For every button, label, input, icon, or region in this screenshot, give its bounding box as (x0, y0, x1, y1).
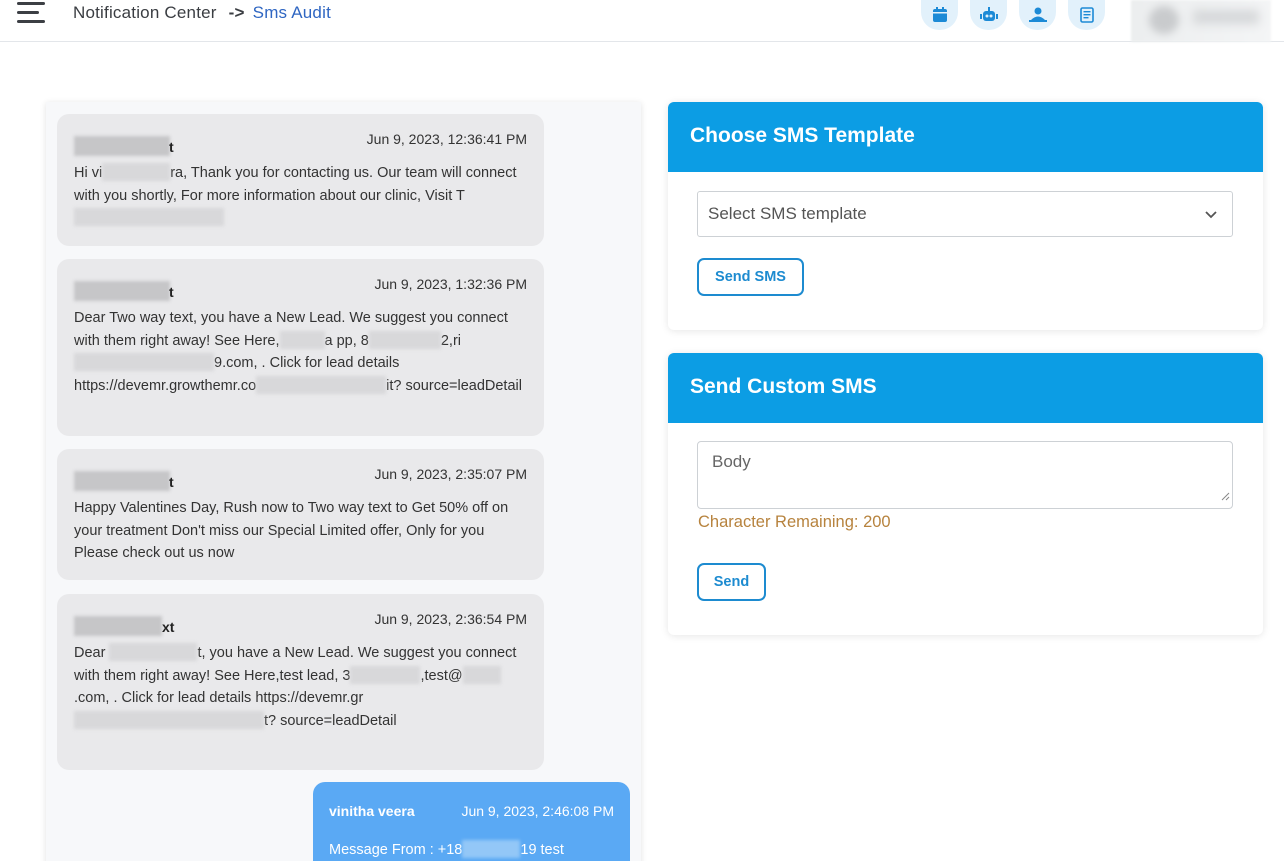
top-bar: Notification Center -> Sms Audit (0, 0, 1284, 42)
sms-template-select[interactable]: Select SMS template (697, 191, 1233, 237)
sms-conversation-panel: t Jun 9, 2023, 12:36:41 PM Hi vi ra, Than… (46, 102, 641, 861)
textarea-placeholder: Body (712, 452, 751, 471)
message-timestamp: Jun 9, 2023, 1:32:36 PM (374, 276, 527, 292)
card-title: Send Custom SMS (668, 353, 1263, 423)
chevron-down-icon (1204, 206, 1218, 226)
breadcrumb-current[interactable]: Sms Audit (253, 3, 331, 22)
support-agent-icon[interactable] (1019, 0, 1056, 30)
breadcrumb-separator: -> (228, 3, 245, 22)
message-bubble-outgoing: vinitha veera Jun 9, 2023, 2:46:08 PM Me… (313, 782, 630, 861)
message-timestamp: Jun 9, 2023, 2:35:07 PM (374, 466, 527, 482)
user-profile-avatar[interactable] (1131, 0, 1271, 42)
send-sms-button[interactable]: Send SMS (697, 258, 804, 296)
sender-name: vinitha veera (329, 803, 415, 819)
breadcrumb: Notification Center -> Sms Audit (73, 3, 331, 23)
header-icon-group (921, 0, 1105, 30)
document-icon[interactable] (1068, 0, 1105, 30)
character-remaining-text: Character Remaining: 200 (698, 513, 891, 531)
message-timestamp: Jun 9, 2023, 2:36:54 PM (374, 611, 527, 627)
message-body: Dear Two way text, you have a New Lead. … (74, 310, 522, 394)
message-bubble-incoming: t Jun 9, 2023, 2:35:07 PM Happy Valentin… (57, 449, 544, 580)
message-body: Dear t, you have a New Lead. We suggest … (74, 643, 517, 729)
send-custom-sms-card: Send Custom SMS Body Character Remaining… (668, 353, 1263, 635)
message-bubble-incoming: t Jun 9, 2023, 1:32:36 PM Dear Two way t… (57, 259, 544, 436)
message-bubble-incoming: xt Jun 9, 2023, 2:36:54 PM Dear t, you h… (57, 594, 544, 770)
calendar-icon[interactable] (921, 0, 958, 30)
message-body: Hi vi ra, Thank you for contacting us. Ou… (74, 162, 527, 230)
message-bubble-incoming: t Jun 9, 2023, 12:36:41 PM Hi vi ra, Than… (57, 114, 544, 246)
resize-handle-icon[interactable] (1221, 486, 1230, 506)
message-timestamp: Jun 9, 2023, 2:46:08 PM (461, 803, 614, 819)
breadcrumb-root[interactable]: Notification Center (73, 3, 217, 22)
message-body: Message From : +18 19 test (329, 840, 564, 858)
hamburger-menu-icon[interactable] (17, 2, 45, 26)
message-body: Happy Valentines Day, Rush now to Two wa… (74, 500, 509, 561)
robot-icon[interactable] (970, 0, 1007, 30)
select-placeholder: Select SMS template (708, 204, 867, 223)
sms-body-textarea[interactable]: Body (697, 441, 1233, 509)
card-title: Choose SMS Template (668, 102, 1263, 172)
send-button[interactable]: Send (697, 563, 766, 601)
message-timestamp: Jun 9, 2023, 12:36:41 PM (366, 131, 527, 147)
choose-sms-template-card: Choose SMS Template Select SMS template … (668, 102, 1263, 330)
